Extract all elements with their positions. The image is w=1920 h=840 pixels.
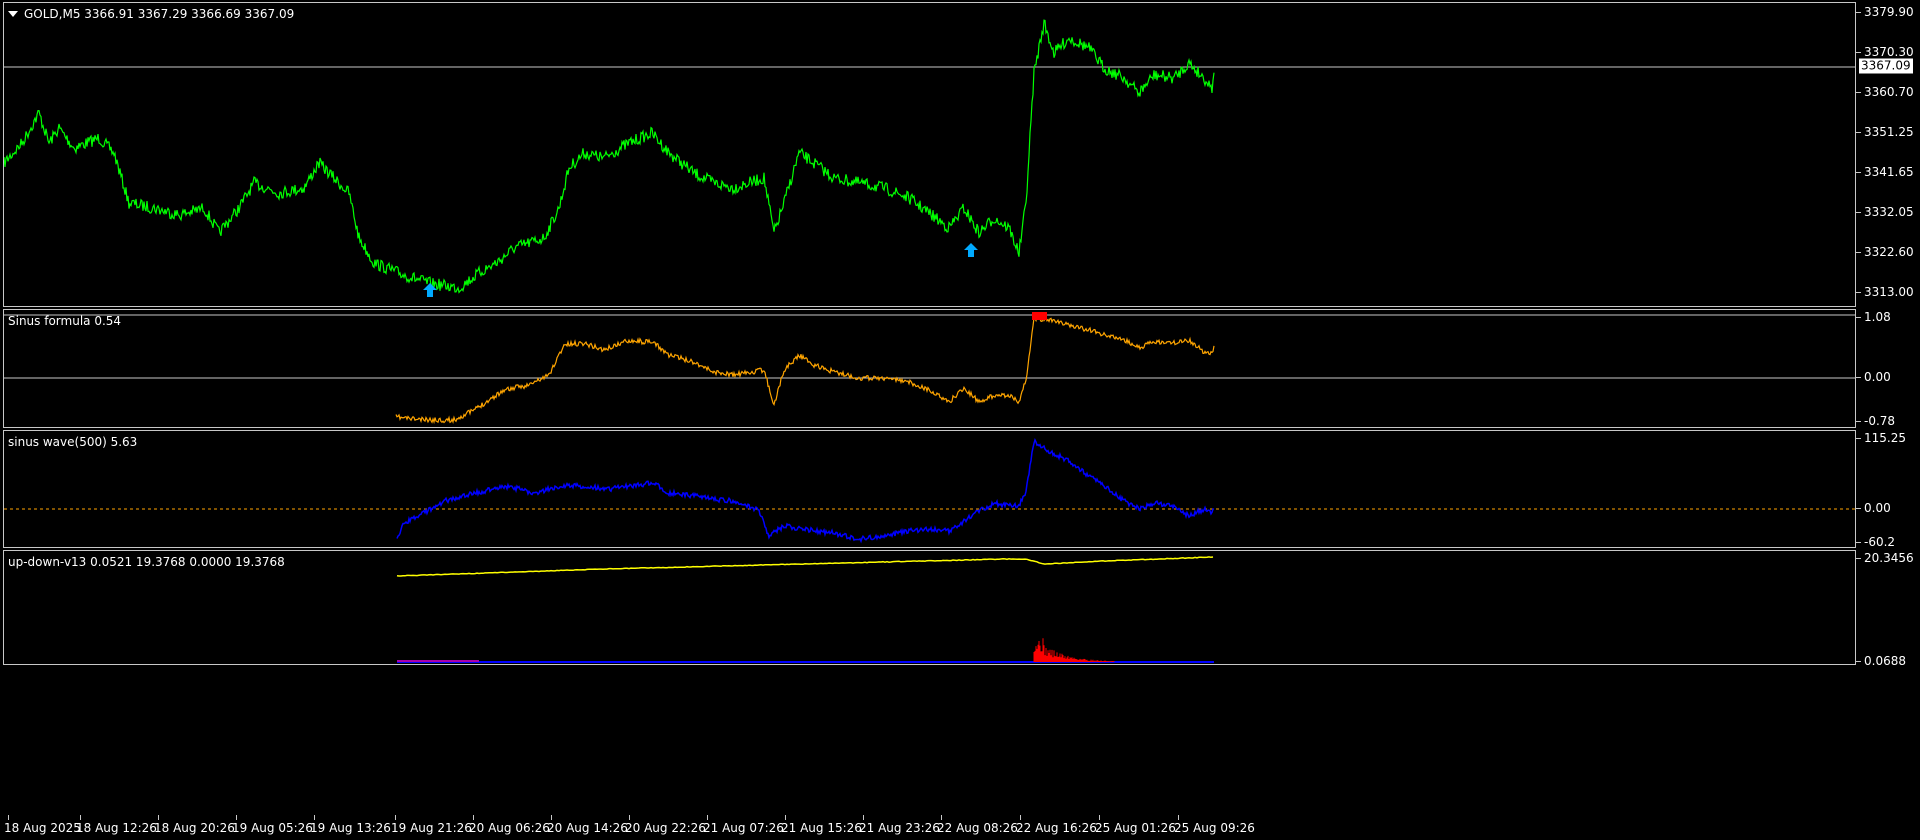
up-down-line xyxy=(396,556,1214,577)
red-histogram xyxy=(1033,638,1115,662)
sinus-wave-axis-tick xyxy=(1856,542,1861,543)
time-label: 19 Aug 05:26 xyxy=(232,821,313,835)
time-tick xyxy=(473,815,474,820)
up-down-axis-tick xyxy=(1856,661,1861,662)
sinus-wave-axis-tick xyxy=(1856,508,1861,509)
time-label: 19 Aug 21:26 xyxy=(391,821,472,835)
price-axis-tick xyxy=(1856,172,1861,173)
time-axis[interactable]: 18 Aug 2025 18 Aug 12:26 18 Aug 20:26 19 Au… xyxy=(3,815,1856,840)
price-axis-tick xyxy=(1856,52,1861,53)
sinus-wave-pane[interactable]: sinus wave(500) 5.63 xyxy=(3,430,1856,548)
sinus-formula-axis-tick xyxy=(1856,421,1861,422)
up-down-axis-label: 0.0688 xyxy=(1864,654,1906,668)
time-tick xyxy=(80,815,81,820)
sinus-wave-axis-tick xyxy=(1856,438,1861,439)
price-axis-label: 3313.00 xyxy=(1864,285,1914,299)
price-axis[interactable]: 3379.90 3370.30 3360.70 3351.25 3341.65 3332.… xyxy=(1856,2,1920,307)
sinus-wave-axis-label: -60.2 xyxy=(1864,535,1896,549)
price-axis-label: 3322.60 xyxy=(1864,245,1914,259)
price-axis-label: 3370.30 xyxy=(1864,45,1914,59)
price-line xyxy=(4,19,1215,294)
sinus-wave-axis-label: 115.25 xyxy=(1864,431,1906,445)
time-tick xyxy=(395,815,396,820)
sinus-wave-line xyxy=(396,438,1215,544)
buy-arrow-icon xyxy=(964,243,978,257)
up-down-pane[interactable]: up-down-v13 0.0521 19.3768 0.0000 19.376… xyxy=(3,550,1856,665)
dropdown-triangle-icon[interactable] xyxy=(8,10,18,17)
time-label: 25 Aug 09:26 xyxy=(1174,821,1255,835)
time-tick xyxy=(1020,815,1021,820)
main-chart-pane[interactable]: GOLD,M5 3366.91 3367.29 3366.69 3367.09 xyxy=(3,2,1856,307)
price-axis-label: 3341.65 xyxy=(1864,165,1914,179)
time-label: 20 Aug 14:26 xyxy=(547,821,628,835)
time-tick xyxy=(707,815,708,820)
sinus-wave-axis-label: 0.00 xyxy=(1864,501,1891,515)
sinus-formula-axis-label: 0.00 xyxy=(1864,370,1891,384)
sinus-formula-axis-label: 1.08 xyxy=(1864,310,1891,324)
sinus-formula-title: Sinus formula 0.54 xyxy=(8,314,122,328)
price-axis-tick xyxy=(1856,292,1861,293)
price-axis-tick xyxy=(1856,92,1861,93)
time-label: 21 Aug 15:26 xyxy=(781,821,862,835)
time-label: 22 Aug 16:26 xyxy=(1016,821,1097,835)
sinus-formula-axis: 1.08 0.00 -0.78 xyxy=(1856,309,1920,428)
time-label: 20 Aug 22:26 xyxy=(625,821,706,835)
time-label: 19 Aug 13:26 xyxy=(310,821,391,835)
time-tick xyxy=(1178,815,1179,820)
sinus-formula-axis-label: -0.78 xyxy=(1864,414,1896,428)
time-label: 21 Aug 07:26 xyxy=(703,821,784,835)
time-tick xyxy=(314,815,315,820)
sinus-formula-axis-tick xyxy=(1856,377,1861,378)
time-label: 20 Aug 06:26 xyxy=(469,821,550,835)
price-axis-tick xyxy=(1856,212,1861,213)
price-axis-tick xyxy=(1856,132,1861,133)
price-axis-tick xyxy=(1856,12,1861,13)
price-axis-label: 3332.05 xyxy=(1864,205,1914,219)
price-axis-label: 3351.25 xyxy=(1864,125,1914,139)
price-line-chart xyxy=(4,19,1855,297)
symbol-title-text: GOLD,M5 3366.91 3367.29 3366.69 3367.09 xyxy=(24,7,295,21)
price-axis-label: 3379.90 xyxy=(1864,5,1914,19)
sinus-formula-axis-tick xyxy=(1856,317,1861,318)
time-tick xyxy=(236,815,237,820)
sinus-formula-chart xyxy=(4,312,1855,425)
time-tick xyxy=(1099,815,1100,820)
time-tick xyxy=(863,815,864,820)
time-tick xyxy=(629,815,630,820)
overbought-marker xyxy=(1032,312,1047,320)
time-tick xyxy=(551,815,552,820)
price-axis-tick xyxy=(1856,252,1861,253)
time-label: 25 Aug 01:26 xyxy=(1095,821,1176,835)
symbol-title: GOLD,M5 3366.91 3367.29 3366.69 3367.09 xyxy=(8,7,294,21)
time-label: 18 Aug 2025 xyxy=(4,821,81,835)
sinus-wave-chart xyxy=(4,438,1855,544)
up-down-axis-label: 20.3456 xyxy=(1864,551,1914,565)
up-down-title: up-down-v13 0.0521 19.3768 0.0000 19.376… xyxy=(8,555,285,569)
sinus-formula-pane[interactable]: Sinus formula 0.54 xyxy=(3,309,1856,428)
price-axis-label: 3360.70 xyxy=(1864,85,1914,99)
sinus-formula-line xyxy=(395,315,1215,425)
time-label: 18 Aug 20:26 xyxy=(154,821,235,835)
up-down-axis-tick xyxy=(1856,558,1861,559)
up-down-axis: 20.3456 0.0688 xyxy=(1856,550,1920,668)
time-tick xyxy=(8,815,9,820)
current-price-label: 3367.09 xyxy=(1859,58,1913,74)
time-label: 21 Aug 23:26 xyxy=(859,821,940,835)
time-label: 18 Aug 12:26 xyxy=(76,821,157,835)
time-tick xyxy=(785,815,786,820)
time-tick xyxy=(158,815,159,820)
sinus-wave-title: sinus wave(500) 5.63 xyxy=(8,435,138,449)
time-label: 22 Aug 08:26 xyxy=(937,821,1018,835)
time-tick xyxy=(941,815,942,820)
sinus-wave-axis: 115.25 0.00 -60.2 xyxy=(1856,430,1920,549)
